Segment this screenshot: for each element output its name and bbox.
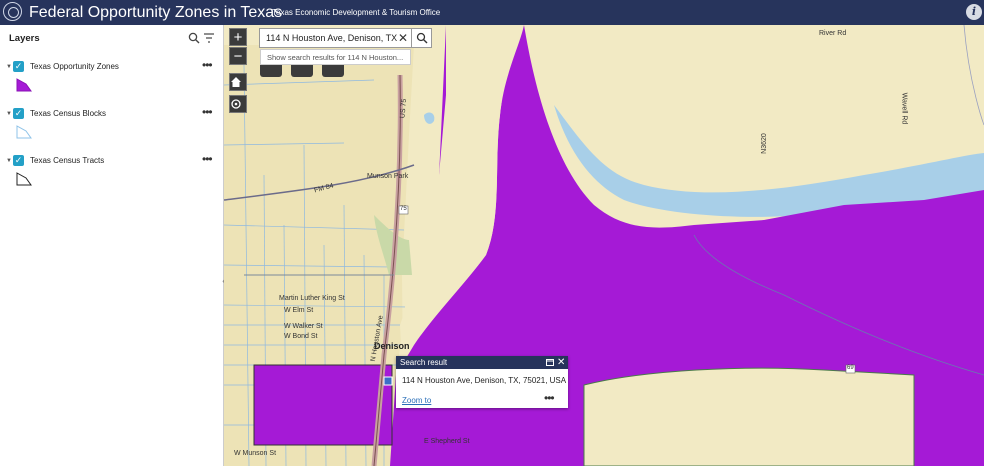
polygon-swatch-icon	[16, 172, 32, 186]
print-button[interactable]	[322, 65, 344, 77]
layer-checkbox[interactable]: ✓	[13, 61, 24, 72]
more-options-icon[interactable]: •••	[202, 58, 213, 72]
layers-panel-title: Layers	[9, 33, 40, 44]
chevron-down-icon[interactable]: ▼	[6, 158, 12, 164]
layer-label: Texas Census Blocks	[30, 109, 107, 118]
more-options-icon[interactable]: •••	[544, 391, 555, 405]
info-icon[interactable]: i	[966, 4, 982, 20]
popup-title: Search result	[400, 358, 448, 367]
home-icon	[231, 77, 241, 87]
map-label-munson-park: Munson Park	[367, 173, 409, 180]
home-button[interactable]	[229, 73, 247, 91]
map-label-wavell-rd: Wavell Rd	[900, 92, 908, 125]
chevron-down-icon[interactable]: ▼	[6, 111, 12, 117]
highway-shield: 75	[400, 206, 407, 212]
search-box[interactable]: 114 N Houston Ave, Denison, TX ✕	[259, 28, 432, 48]
map-label-walker: W Walker St	[284, 323, 323, 330]
app-title: Federal Opportunity Zones in Texas	[29, 4, 283, 21]
search-icon[interactable]	[188, 32, 200, 44]
locate-icon	[231, 99, 241, 109]
layer-label: Texas Opportunity Zones	[30, 62, 119, 71]
map-label-denison: Denison	[374, 341, 410, 351]
popup-address: 114 N Houston Ave, Denison, TX, 75021, U…	[402, 376, 567, 385]
layer-item-census-blocks[interactable]: ▼ ✓ Texas Census Blocks •••	[0, 105, 224, 148]
zoom-to-link[interactable]: Zoom to	[402, 396, 431, 405]
basemap-gallery-button[interactable]	[260, 65, 282, 77]
search-input[interactable]: 114 N Houston Ave, Denison, TX	[266, 33, 397, 43]
more-options-icon[interactable]: •••	[202, 105, 213, 119]
zoom-in-button[interactable]: +	[229, 28, 247, 46]
map-label-munson-st: W Munson St	[234, 450, 277, 457]
clear-search-icon[interactable]: ✕	[398, 31, 408, 45]
state-seal-logo	[3, 2, 22, 21]
map-label-river-rd: River Rd	[819, 30, 847, 37]
map-view[interactable]: River Rd Wavell Rd N3620 Munson Park Mar…	[224, 25, 984, 466]
more-options-icon[interactable]: •••	[202, 152, 213, 166]
maximize-icon[interactable]	[546, 359, 554, 366]
close-icon[interactable]: ✕	[557, 356, 565, 369]
layer-checkbox[interactable]: ✓	[13, 155, 24, 166]
search-icon	[416, 32, 428, 44]
filter-icon[interactable]	[203, 32, 215, 44]
map-label-n3620: N3620	[760, 133, 768, 154]
map-label-mlk: Martin Luther King St	[279, 295, 345, 302]
highway-shield: 69	[847, 365, 854, 371]
polygon-swatch-icon	[16, 125, 32, 139]
locate-button[interactable]	[229, 95, 247, 113]
layer-item-census-tracts[interactable]: ▼ ✓ Texas Census Tracts •••	[0, 152, 224, 195]
map-label-elm: W Elm St	[284, 307, 314, 314]
map-label-shepherd: E Shepherd St	[424, 438, 470, 445]
layer-checkbox[interactable]: ✓	[13, 108, 24, 119]
search-button[interactable]	[411, 28, 432, 48]
legend-button[interactable]	[291, 65, 313, 77]
polygon-swatch-icon	[16, 78, 32, 92]
basemap	[224, 25, 984, 466]
search-result-popup: Search result ✕ 114 N Houston Ave, Denis…	[396, 356, 568, 408]
map-label-bond: W Bond St	[284, 333, 318, 340]
popup-header: Search result ✕	[396, 356, 568, 369]
layer-item-opportunity-zones[interactable]: ▼ ✓ Texas Opportunity Zones •••	[0, 58, 224, 101]
layers-panel: Layers ▼ ✓ Texas Opportunity Zones ••• ▼…	[0, 25, 224, 466]
app-header: Federal Opportunity Zones in Texas Texas…	[0, 0, 984, 25]
layer-label: Texas Census Tracts	[30, 156, 105, 165]
search-suggestion[interactable]: Show search results for 114 N Houston...	[260, 49, 411, 65]
zoom-out-button[interactable]: −	[229, 47, 247, 65]
organization-name: Texas Economic Development & Tourism Off…	[272, 8, 441, 17]
chevron-down-icon[interactable]: ▼	[6, 64, 12, 70]
